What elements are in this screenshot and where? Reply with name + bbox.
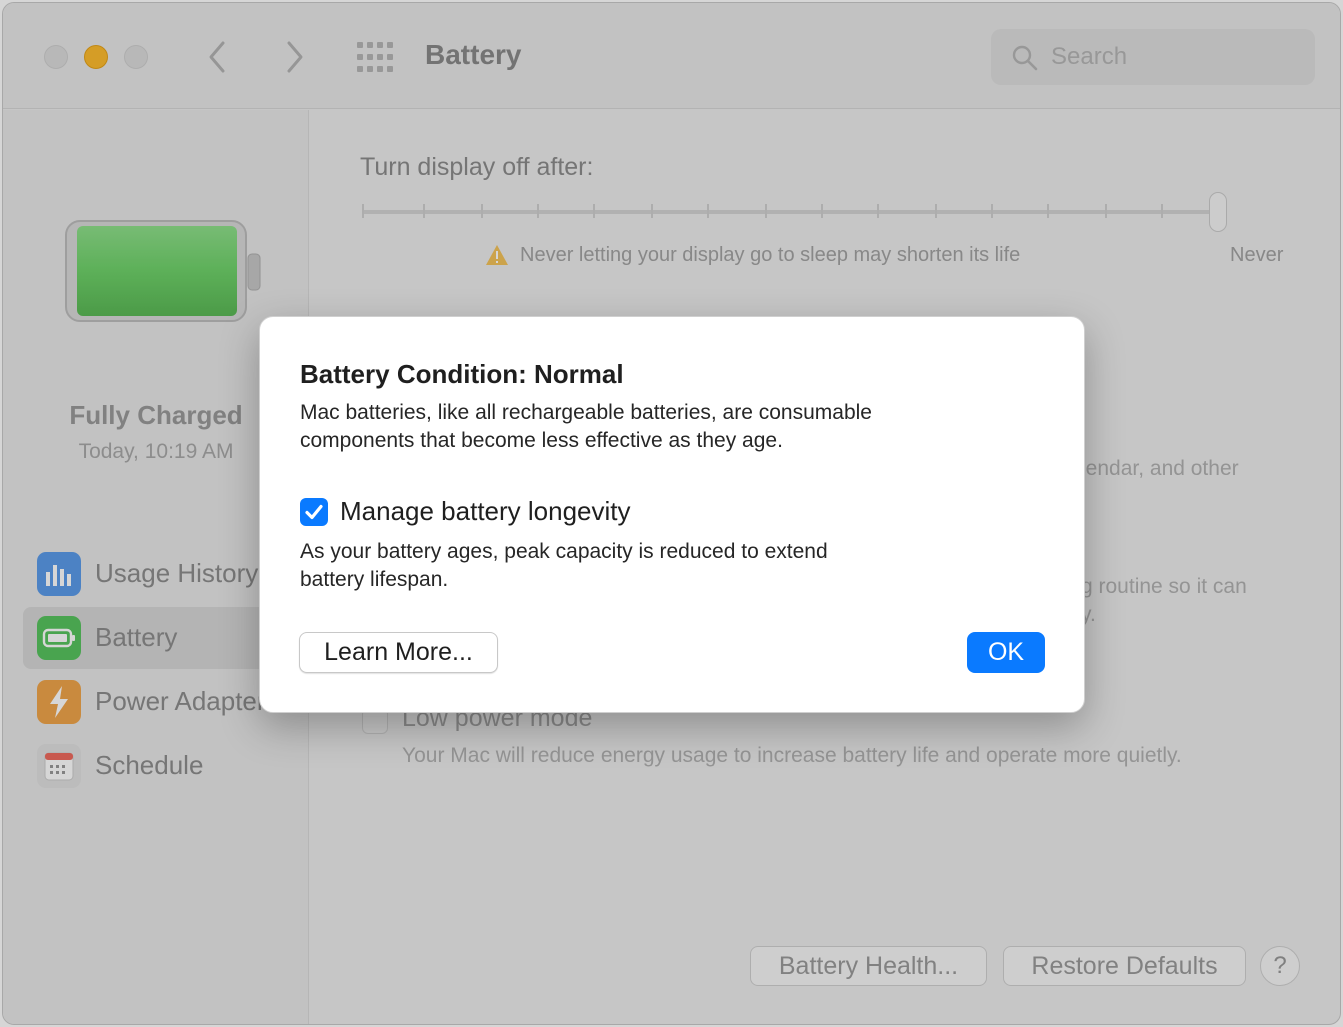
dialog-body-line: Mac batteries, like all rechargeable bat… <box>300 401 872 424</box>
dialog-title: Battery Condition: Normal <box>300 359 624 389</box>
manage-longevity-checkbox[interactable] <box>300 498 328 526</box>
battery-condition-dialog: Battery Condition: Normal Mac batteries,… <box>259 316 1085 713</box>
dialog-note-line: As your battery ages, peak capacity is r… <box>300 540 828 563</box>
manage-longevity-description: As your battery ages, peak capacity is r… <box>300 538 1000 594</box>
dialog-note-line: battery lifespan. <box>300 568 449 591</box>
ok-button[interactable]: OK <box>967 632 1045 673</box>
manage-longevity-label[interactable]: Manage battery longevity <box>340 496 631 527</box>
dialog-body: Mac batteries, like all rechargeable bat… <box>300 399 1000 455</box>
dialog-body-line: components that become less effective as… <box>300 429 783 452</box>
learn-more-button[interactable]: Learn More... <box>299 632 498 673</box>
